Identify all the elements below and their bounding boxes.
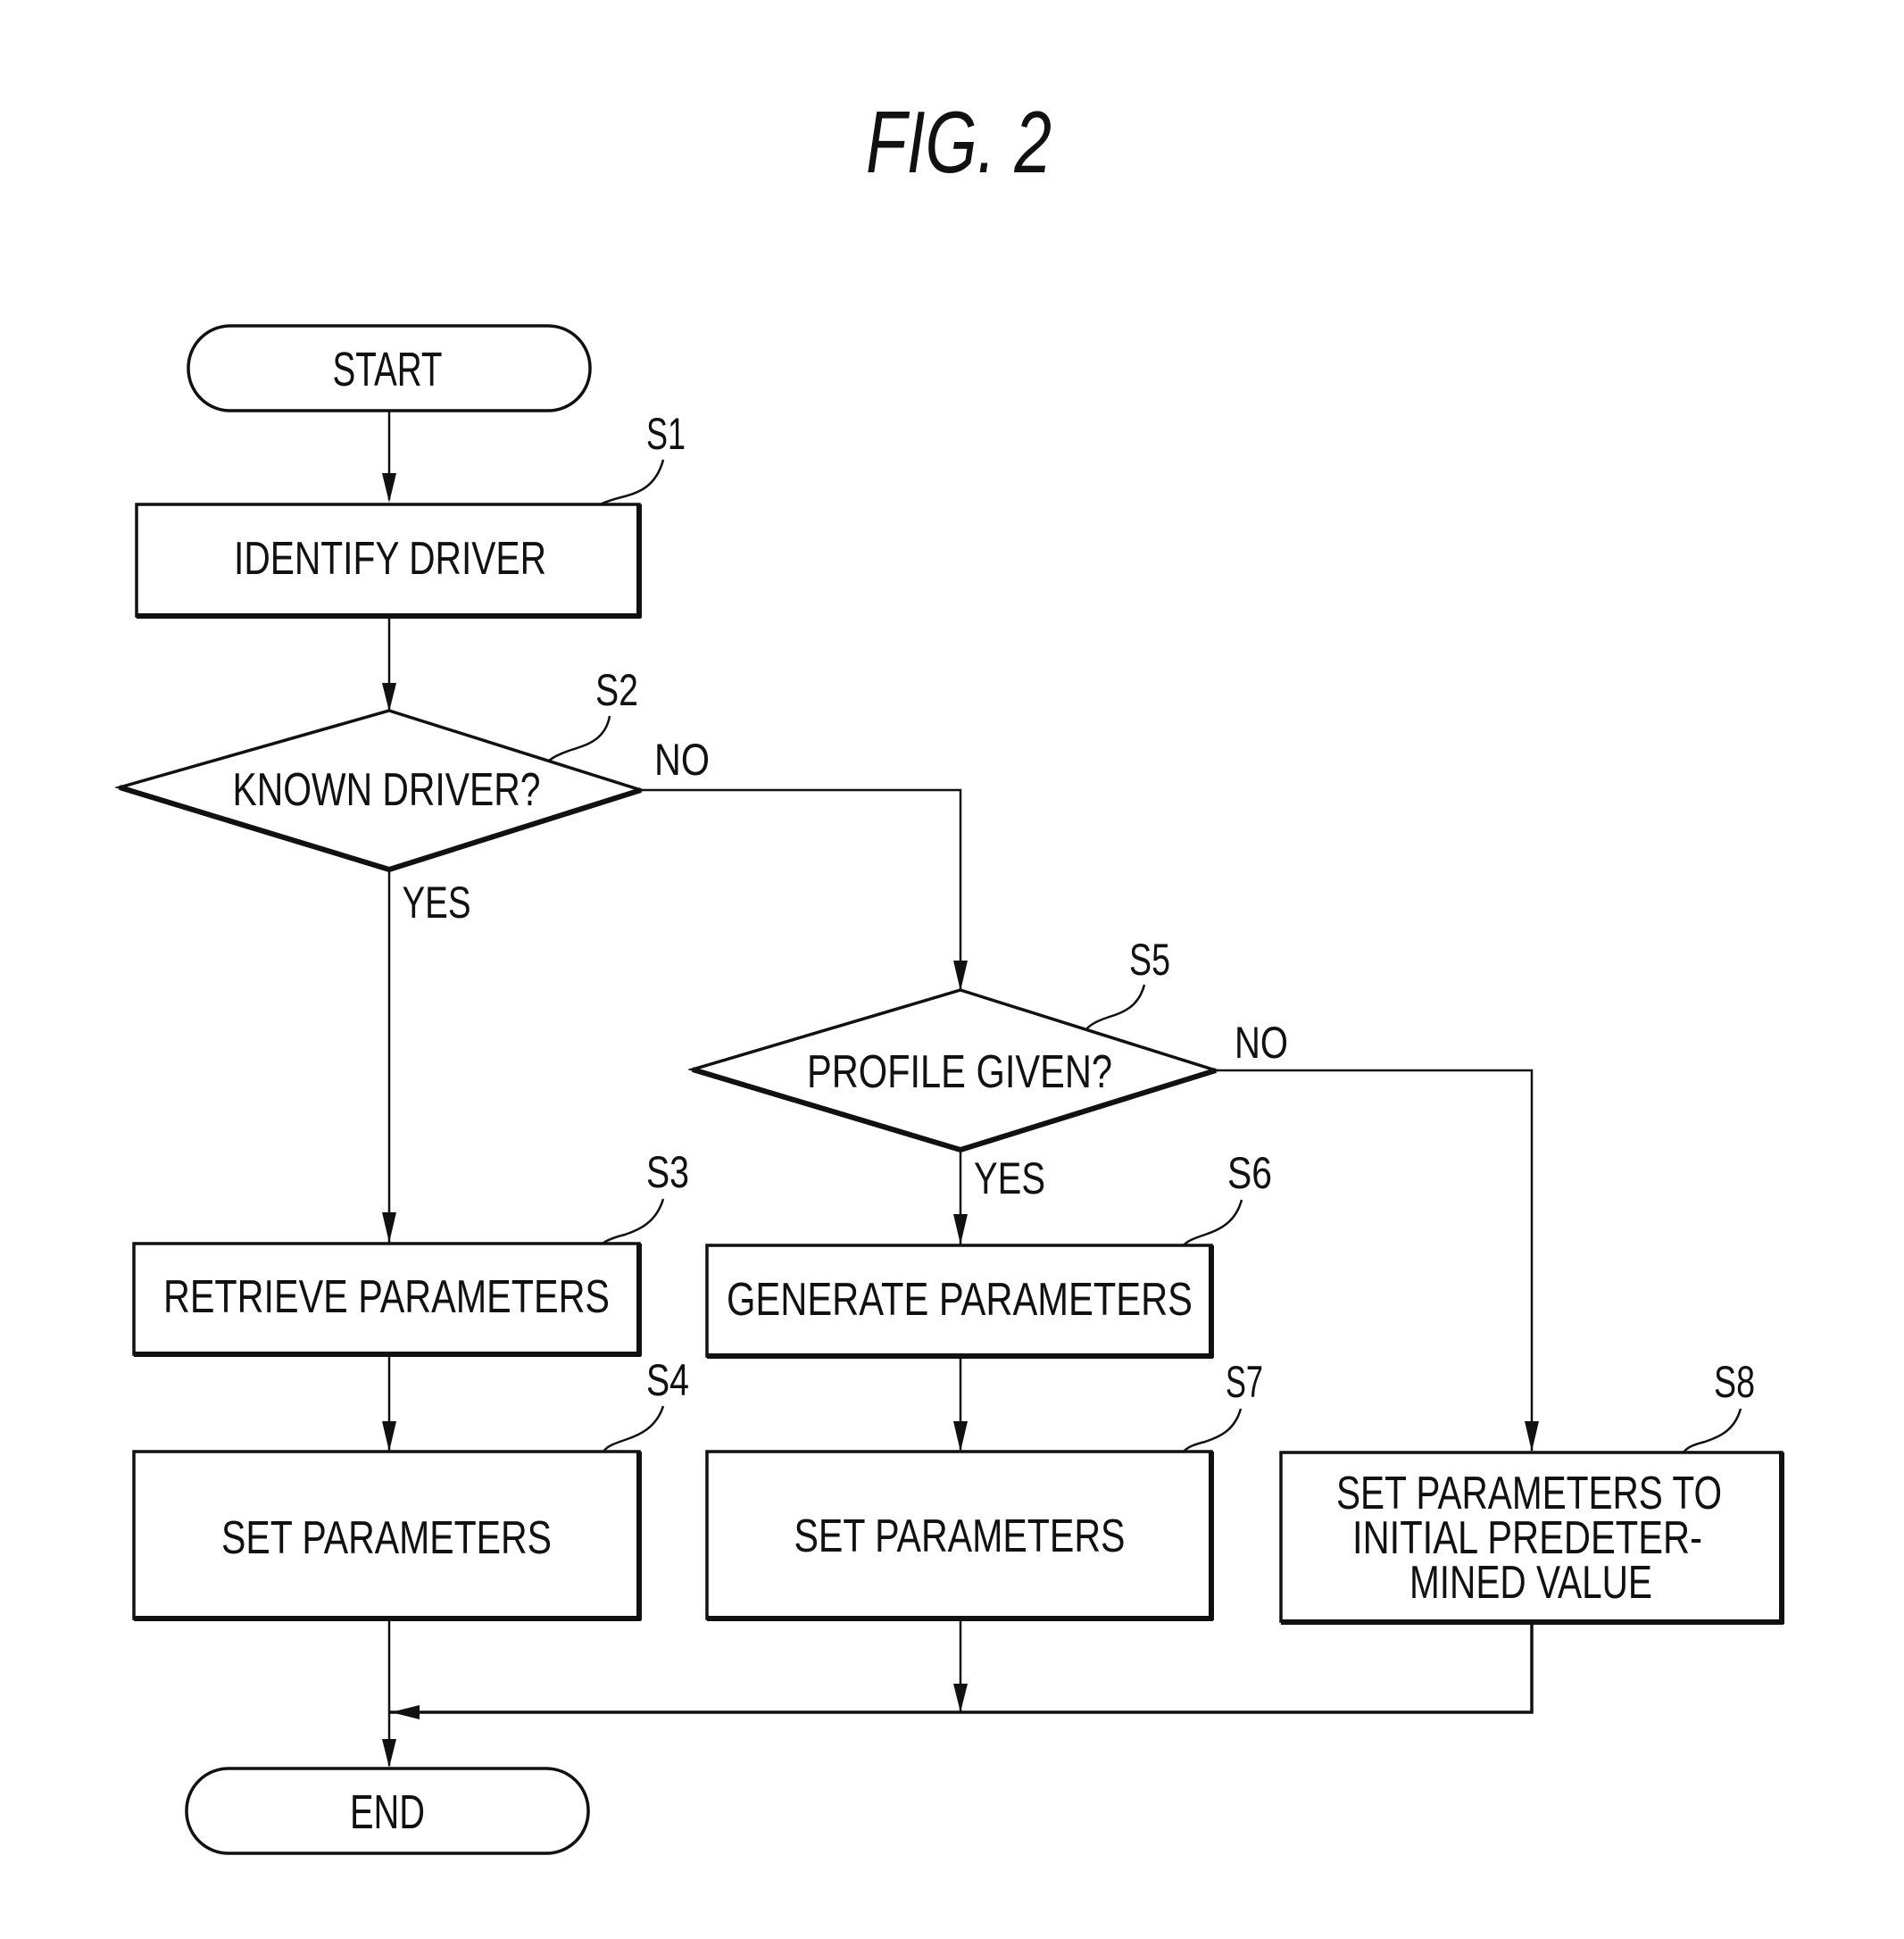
step-label-s5: S5 — [1085, 935, 1170, 1030]
process-text: SET PARAMETERS — [221, 1512, 552, 1564]
decision-text: PROFILE GIVEN? — [807, 1046, 1112, 1098]
arrowhead-icon — [1525, 1421, 1539, 1452]
branch-label-no: NO — [1235, 1018, 1288, 1068]
process-retrieve-parameters: RETRIEVE PARAMETERS — [132, 1242, 642, 1357]
step-label-s4: S4 — [602, 1355, 689, 1452]
end-label: END — [350, 1785, 425, 1839]
start-label: START — [333, 343, 443, 396]
branch-label-no: NO — [654, 735, 710, 785]
step-number: S5 — [1129, 935, 1170, 985]
step-label-s8: S8 — [1682, 1357, 1755, 1453]
step-label-s1: S1 — [600, 409, 686, 506]
branch-label-yes: YES — [974, 1153, 1045, 1203]
flowchart-figure: FIG. 2 START IDENTIFY DRIVER S1 KNOWN DR… — [113, 93, 1784, 1855]
connector-s3-s4 — [382, 1356, 396, 1452]
branch-label-yes: YES — [403, 878, 471, 928]
arrowhead-icon — [953, 961, 968, 991]
step-number: S7 — [1226, 1357, 1263, 1407]
arrowhead-icon — [953, 1421, 968, 1452]
process-set-parameters-generated: SET PARAMETERS — [705, 1450, 1214, 1621]
step-label-s2: S2 — [548, 665, 638, 761]
connector-s1-s2 — [382, 618, 396, 712]
decision-profile-given: PROFILE GIVEN? — [686, 988, 1221, 1153]
arrowhead-icon — [382, 473, 396, 503]
connector-s5-s8 — [1216, 1069, 1539, 1452]
process-text: RETRIEVE PARAMETERS — [163, 1271, 610, 1323]
arrowhead-icon — [382, 1421, 396, 1452]
step-number: S4 — [646, 1355, 689, 1405]
decision-known-driver: KNOWN DRIVER? — [113, 709, 646, 873]
step-number: S1 — [646, 409, 686, 459]
process-text: GENERATE PARAMETERS — [727, 1274, 1193, 1326]
arrowhead-icon — [953, 1684, 968, 1712]
step-label-s7: S7 — [1183, 1357, 1263, 1452]
process-text: SET PARAMETERS — [794, 1510, 1126, 1562]
arrowhead-icon — [382, 683, 396, 712]
step-number: S3 — [646, 1147, 689, 1197]
step-label-s6: S6 — [1183, 1148, 1272, 1246]
step-number: S6 — [1227, 1148, 1272, 1198]
connector-s6-s7 — [953, 1358, 968, 1452]
arrowhead-icon — [382, 1739, 396, 1768]
connector-s2-s5 — [641, 788, 968, 991]
connector-merge-to-end — [382, 1620, 1534, 1768]
connector-start-s1 — [382, 411, 396, 503]
arrowhead-icon — [382, 1212, 396, 1243]
arrowhead-icon — [391, 1705, 420, 1719]
process-text-line-3: MINED VALUE — [1409, 1557, 1652, 1609]
decision-text: KNOWN DRIVER? — [233, 764, 541, 816]
figure-title: FIG. 2 — [866, 93, 1052, 191]
process-identify-driver: IDENTIFY DRIVER — [135, 503, 642, 619]
step-number: S8 — [1714, 1357, 1755, 1407]
process-set-parameters-known: SET PARAMETERS — [132, 1450, 642, 1621]
connector-s5-s6 — [953, 1150, 968, 1244]
connector-s2-s3 — [382, 870, 396, 1243]
start-terminal: START — [187, 324, 592, 412]
process-text: IDENTIFY DRIVER — [234, 533, 546, 585]
end-terminal: END — [185, 1767, 590, 1855]
step-label-s3: S3 — [602, 1147, 689, 1245]
process-set-initial-value: SET PARAMETERS TO INITIAL PREDETER- MINE… — [1279, 1451, 1784, 1625]
arrowhead-icon — [953, 1214, 968, 1244]
step-number: S2 — [595, 665, 638, 715]
process-generate-parameters: GENERATE PARAMETERS — [705, 1244, 1214, 1359]
